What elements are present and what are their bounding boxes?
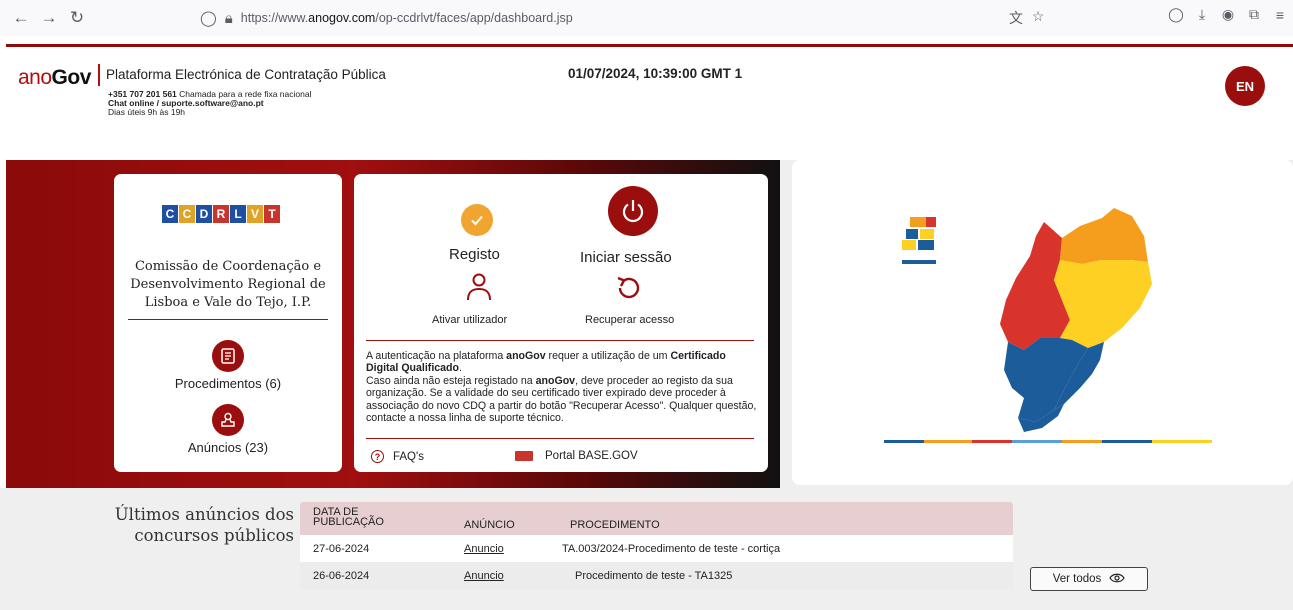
col-date-header: DATA DE PUBLICAÇÃO: [313, 506, 384, 528]
ccdrlvt-logo-letter: C: [179, 205, 195, 223]
auth-divider-top: [366, 340, 754, 341]
platform-title: Plataforma Electrónica de Contratação Pú…: [106, 67, 386, 82]
col-procedure-header: PROCEDIMENTO: [570, 519, 660, 531]
star-icon[interactable]: ☆: [1027, 8, 1049, 28]
contact-info: +351 707 201 561 Chamada para a rede fix…: [108, 90, 311, 117]
shield-icon: ◯: [200, 10, 217, 27]
col-announcement-header: ANÚNCIO: [464, 519, 515, 531]
auth-divider-bottom: [366, 438, 754, 439]
region-map-panel: [792, 160, 1293, 485]
row-date: 26-06-2024: [313, 570, 370, 582]
announcements-table: DATA DE PUBLICAÇÃO ANÚNCIO PROCEDIMENTO 2…: [300, 502, 1013, 589]
ccdrlvt-logo-letter: T: [264, 205, 280, 223]
auth-info-text: A autenticação na plataforma anoGov requ…: [366, 350, 757, 425]
extensions-icon[interactable]: ⧉: [1241, 6, 1267, 23]
base-gov-link[interactable]: Portal BASE.GOV: [515, 450, 638, 462]
ccdrlvt-logo-letter: R: [213, 205, 229, 223]
announcements-link[interactable]: Anúncios (23): [114, 440, 342, 455]
pocket-icon[interactable]: ◯: [1163, 6, 1189, 23]
header-divider: [6, 44, 1293, 47]
ccdrlvt-logo-letter: D: [196, 205, 212, 223]
view-all-button[interactable]: Ver todos: [1030, 567, 1148, 591]
row-procedure: Procedimento de teste - TA1325: [575, 570, 733, 582]
row-date: 27-06-2024: [313, 543, 370, 555]
faq-link[interactable]: ? FAQ's: [371, 450, 424, 463]
procedures-icon[interactable]: [212, 340, 244, 372]
base-gov-icon: [515, 451, 533, 461]
ccdrlvt-logo-letter: C: [162, 205, 178, 223]
browser-toolbar: ← → ↻ ◯ 🔒︎ https://www.anogov.com/op-ccd…: [0, 0, 1293, 36]
download-icon[interactable]: ⤓: [1189, 6, 1215, 23]
power-icon[interactable]: [608, 186, 658, 236]
account-icon[interactable]: ◉: [1215, 6, 1241, 23]
region-map-icon: [884, 208, 1212, 443]
organization-name: Comissão de Coordenação e Desenvolviment…: [130, 259, 326, 310]
language-button[interactable]: EN: [1225, 66, 1265, 106]
announcements-title: Últimos anúncios dos concursos públicos: [114, 505, 294, 545]
organization-card: CCDRLVT Comissão de Coordenação e Desenv…: [114, 174, 342, 472]
address-bar[interactable]: ◯ 🔒︎ https://www.anogov.com/op-ccdrlvt/f…: [200, 6, 573, 30]
support-hours: Dias úteis 9h às 19h: [108, 107, 186, 117]
register-check-icon[interactable]: [461, 204, 493, 236]
forward-icon[interactable]: →: [38, 7, 60, 29]
logo-separator: [98, 64, 100, 86]
register-label[interactable]: Registo: [449, 246, 500, 263]
recover-icon[interactable]: [614, 274, 642, 307]
card-divider: [128, 319, 328, 320]
back-icon[interactable]: ←: [10, 7, 32, 29]
table-row: 26-06-2024 Anuncio Procedimento de teste…: [300, 562, 1013, 589]
user-icon[interactable]: [463, 272, 495, 307]
announcement-link[interactable]: Anuncio: [464, 570, 504, 582]
help-circle-icon: ?: [371, 450, 384, 463]
recover-access-link[interactable]: Recuperar acesso: [585, 314, 674, 326]
table-header: DATA DE PUBLICAÇÃO ANÚNCIO PROCEDIMENTO: [300, 502, 1013, 535]
row-procedure: TA.003/2024-Procedimento de teste - cort…: [562, 543, 781, 555]
announcement-link[interactable]: Anuncio: [464, 543, 504, 555]
activate-user-link[interactable]: Ativar utilizador: [432, 314, 507, 326]
eye-icon: [1109, 573, 1125, 586]
ccdrlvt-logo-letter: L: [230, 205, 246, 223]
table-row: 27-06-2024 Anuncio TA.003/2024-Procedime…: [300, 535, 1013, 562]
procedures-link[interactable]: Procedimentos (6): [114, 376, 342, 391]
reload-icon[interactable]: ↻: [66, 7, 88, 29]
ccdrlvt-logo-letter: V: [247, 205, 263, 223]
translate-icon[interactable]: 文: [1005, 8, 1027, 28]
anogov-logo[interactable]: anoGov: [18, 66, 91, 90]
url-text[interactable]: https://www.anogov.com/op-ccdrlvt/faces/…: [241, 11, 573, 25]
ccdrlvt-logo: CCDRLVT: [162, 205, 281, 223]
current-datetime: 01/07/2024, 10:39:00 GMT 1: [568, 66, 743, 81]
announcements-icon[interactable]: [212, 404, 244, 436]
login-label[interactable]: Iniciar sessão: [580, 249, 672, 266]
menu-icon[interactable]: ≡: [1267, 7, 1293, 23]
authentication-card: Registo Iniciar sessão Ativar utilizador…: [354, 174, 768, 472]
lock-icon: 🔒︎: [224, 9, 233, 27]
